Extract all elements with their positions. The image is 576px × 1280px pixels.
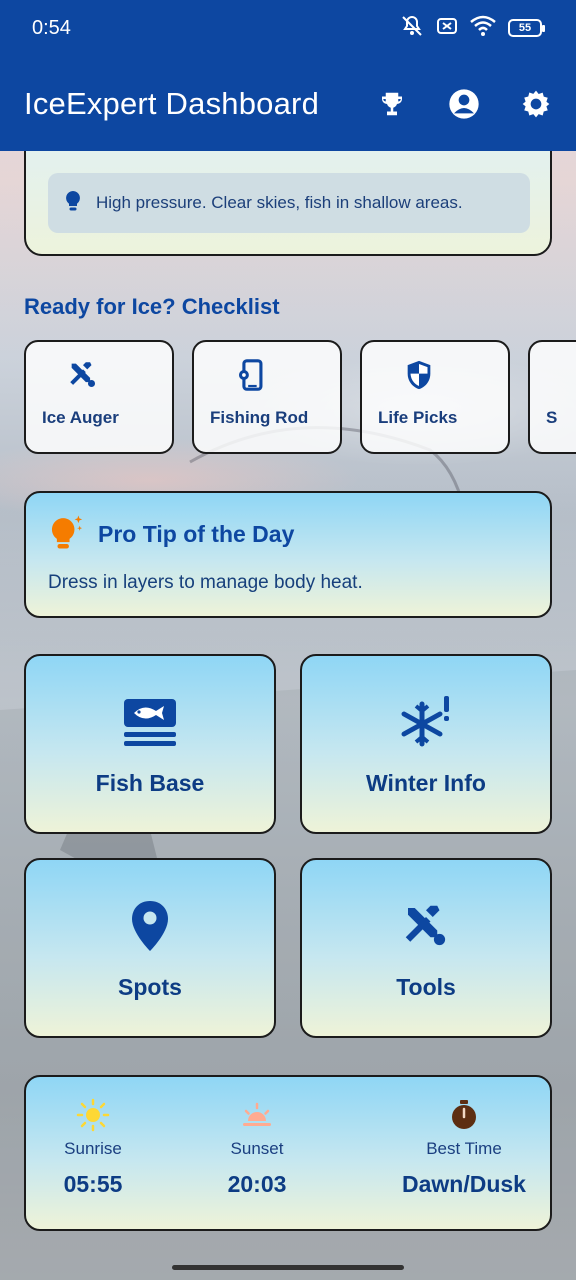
weather-card: High pressure. Clear skies, fish in shal… — [24, 151, 552, 256]
best-time-value: Dawn/Dusk — [402, 1171, 526, 1197]
tools-icon — [396, 896, 456, 956]
checklist-item-label: Life Picks — [378, 408, 458, 427]
lightbulb-icon — [64, 190, 82, 217]
sunset-label: Sunset — [230, 1139, 284, 1158]
sunset-value: 20:03 — [227, 1171, 287, 1197]
checklist-item-label: S — [546, 408, 558, 427]
checklist-item-label: Fishing Rod — [210, 408, 309, 427]
battery-icon: 55 — [508, 19, 545, 37]
best-time-label: Best Time — [426, 1139, 502, 1158]
pro-tip-card: Pro Tip of the Day Dress in layers to ma… — [24, 491, 552, 618]
wifi-icon — [470, 15, 496, 42]
stopwatch-icon — [446, 1097, 482, 1133]
checklist-item-ice-auger[interactable]: Ice Auger — [24, 340, 174, 454]
app-bar: IceExpert Dashboard — [0, 56, 576, 151]
tile-label: Spots — [118, 973, 182, 1000]
best-time-column: Best Time Dawn/Dusk — [394, 1097, 534, 1198]
tile-tools[interactable]: Tools — [300, 858, 552, 1038]
dashboard-content[interactable]: High pressure. Clear skies, fish in shal… — [0, 151, 576, 1280]
mute-icon — [400, 14, 424, 43]
tile-label: Fish Base — [95, 769, 205, 796]
checklist-item-life-picks[interactable]: Life Picks — [360, 340, 510, 454]
status-bar: 0:54 55 — [0, 0, 576, 56]
fish-icon — [120, 692, 180, 752]
home-indicator[interactable] — [172, 1265, 404, 1270]
status-icons: 55 — [400, 14, 545, 43]
checklist-row[interactable]: Ice Auger Fishing Rod Life Picks S — [24, 340, 576, 456]
pro-tip-text: Dress in layers to manage body heat. — [48, 572, 363, 593]
tile-fish-base[interactable]: Fish Base — [24, 654, 276, 834]
sunset-column: Sunset 20:03 — [212, 1097, 302, 1198]
lightbulb-icon — [48, 513, 86, 556]
app-bar-actions — [376, 88, 552, 120]
phone-settings-icon — [234, 358, 268, 392]
tile-spots[interactable]: Spots — [24, 858, 276, 1038]
snowflake-alert-icon — [396, 692, 456, 752]
sunrise-icon — [75, 1097, 111, 1133]
tile-label: Tools — [396, 973, 456, 1000]
sunset-icon — [239, 1097, 275, 1133]
sunrise-column: Sunrise 05:55 — [48, 1097, 138, 1198]
shield-icon — [402, 358, 436, 392]
weather-tip: High pressure. Clear skies, fish in shal… — [48, 173, 530, 233]
gear-icon[interactable] — [520, 88, 552, 120]
app-title: IceExpert Dashboard — [24, 85, 320, 121]
tile-winter-info[interactable]: Winter Info — [300, 654, 552, 834]
checklist-item-label: Ice Auger — [42, 408, 119, 427]
pro-tip-title: Pro Tip of the Day — [98, 521, 295, 547]
status-time: 0:54 — [32, 16, 71, 39]
no-sim-icon — [436, 15, 458, 42]
tile-label: Winter Info — [366, 769, 486, 796]
location-pin-icon — [120, 896, 180, 956]
pro-tip-header: Pro Tip of the Day — [48, 513, 528, 556]
checklist-item-fishing-rod[interactable]: Fishing Rod — [192, 340, 342, 454]
sunrise-label: Sunrise — [64, 1139, 122, 1158]
account-icon[interactable] — [448, 88, 480, 120]
sunrise-value: 05:55 — [63, 1171, 123, 1197]
weather-tip-text: High pressure. Clear skies, fish in shal… — [96, 193, 463, 212]
checklist-title: Ready for Ice? Checklist — [24, 294, 280, 319]
trophy-icon[interactable] — [376, 88, 408, 120]
sun-times-card: Sunrise 05:55 Sunset 20:03 Best Time Daw… — [24, 1075, 552, 1231]
tools-icon — [66, 358, 100, 392]
checklist-item-partial[interactable]: S — [528, 340, 576, 454]
